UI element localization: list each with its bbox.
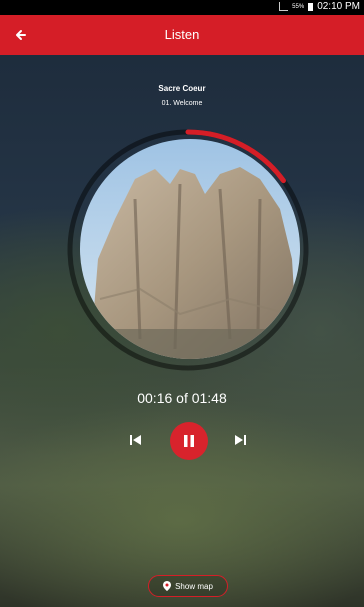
album-artwork (80, 139, 300, 359)
next-button[interactable] (232, 432, 248, 448)
time-readout: 00:16 of 01:48 (137, 390, 227, 406)
previous-button[interactable] (128, 432, 144, 448)
pause-button[interactable] (170, 422, 208, 460)
app-bar: Listen (0, 15, 364, 55)
battery-icon (308, 2, 314, 11)
pause-icon (184, 435, 194, 447)
signal-icon (279, 2, 289, 11)
status-bar: 55% 02:10 PM (0, 0, 364, 15)
status-time: 02:10 PM (317, 1, 360, 12)
page-title: Listen (164, 27, 200, 42)
track-title: 01. Welcome (161, 100, 203, 107)
show-map-label: Show map (175, 581, 213, 591)
place-name: Sacre Coeur (158, 84, 206, 93)
playback-controls (0, 420, 364, 460)
battery-percent: 55% (292, 3, 305, 10)
show-map-button[interactable]: Show map (148, 575, 228, 597)
skip-previous-icon (130, 435, 141, 445)
skip-next-icon (235, 435, 246, 445)
map-pin-icon (163, 581, 172, 591)
